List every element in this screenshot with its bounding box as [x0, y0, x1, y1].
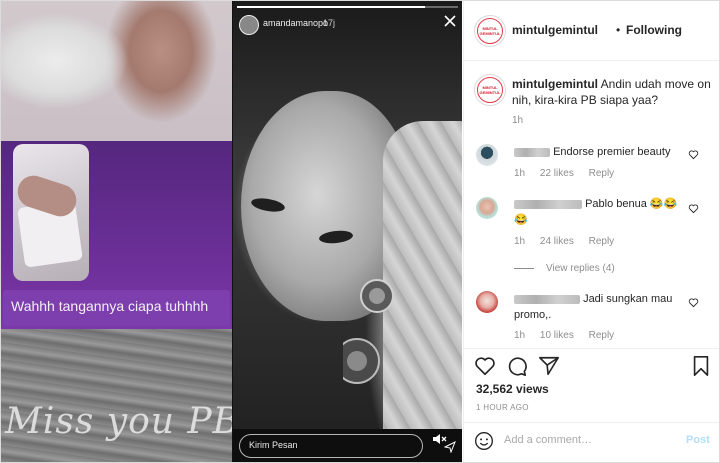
comment-3-reply[interactable]: Reply	[589, 330, 615, 341]
like-heart-icon[interactable]	[474, 355, 496, 377]
comment-1-likes[interactable]: 22 likes	[540, 168, 574, 179]
comment-3-likes[interactable]: 10 likes	[540, 330, 574, 341]
comment-2-time: 1h	[514, 236, 526, 247]
comment-avatar[interactable]	[476, 144, 498, 166]
overlay-caption-box: Wahhh tangannya ciapa tuhhhh	[3, 290, 230, 326]
watermark-text: Miss you PB	[5, 401, 232, 442]
post-header: MINTUL GEMINTUL mintulgemintul • Followi…	[464, 1, 719, 61]
header-separator: •	[616, 23, 621, 37]
redacted-username	[514, 199, 582, 209]
comment-1-reply[interactable]: Reply	[589, 168, 615, 179]
story-progress-bar	[237, 6, 458, 8]
bookmark-icon[interactable]	[690, 355, 712, 377]
following-button[interactable]: Following	[626, 23, 682, 37]
post-time: 1 HOUR AGO	[476, 403, 529, 412]
avatar-logo-text: MINTUL GEMINTUL	[479, 26, 501, 36]
bottle-image	[343, 279, 394, 384]
comment-2: Pablo benua 😂😂 😂	[514, 196, 684, 228]
post-button[interactable]: Post	[686, 434, 710, 446]
inset-photo	[13, 144, 89, 281]
comment-2-reply[interactable]: Reply	[589, 236, 615, 247]
share-icon[interactable]	[538, 355, 560, 377]
left-collage-panel: Wahhh tangannya ciapa tuhhhh Miss you PB	[1, 1, 232, 462]
caption-time: 1h	[512, 115, 524, 126]
comment-3-time: 1h	[514, 330, 526, 341]
story-screenshot-panel: amandamanopo 17j Kirim Pesan	[233, 1, 462, 462]
header-username[interactable]: mintulgemintul	[512, 23, 598, 37]
story-avatar[interactable]	[239, 15, 259, 35]
comment-1: Endorse premier beauty	[514, 144, 684, 160]
send-icon[interactable]	[444, 441, 456, 453]
close-icon[interactable]	[442, 13, 458, 29]
profile-avatar[interactable]: MINTUL GEMINTUL	[474, 15, 506, 47]
view-replies-link[interactable]: View replies (4)	[514, 263, 615, 274]
comment-2-meta: 1h 24 likes Reply	[514, 236, 614, 247]
comment-like-heart-icon[interactable]	[688, 203, 699, 214]
comment-like-heart-icon[interactable]	[688, 149, 699, 160]
comment-input[interactable]: Add a comment…	[504, 434, 592, 446]
comment-1-time: 1h	[514, 168, 526, 179]
comment-like-heart-icon[interactable]	[688, 297, 699, 308]
top-photo	[1, 1, 232, 141]
caption-avatar[interactable]: MINTUL GEMINTUL	[474, 74, 506, 106]
comment-avatar[interactable]	[476, 291, 498, 313]
comment-icon[interactable]	[506, 355, 528, 377]
action-bar	[464, 348, 719, 385]
redacted-username	[514, 294, 580, 304]
story-message-placeholder: Kirim Pesan	[249, 440, 298, 450]
story-message-input[interactable]: Kirim Pesan	[239, 434, 423, 458]
post-media[interactable]: Wahhh tangannya ciapa tuhhhh Miss you PB…	[1, 1, 462, 462]
instagram-post: Wahhh tangannya ciapa tuhhhh Miss you PB…	[0, 0, 720, 463]
story-username[interactable]: amandamanopo	[263, 18, 328, 28]
story-time: 17j	[323, 18, 336, 28]
emoji-icon[interactable]	[474, 431, 494, 451]
caption: mintulgemintul Andin udah move on nih, k…	[512, 76, 712, 108]
comment-1-meta: 1h 22 likes Reply	[514, 168, 614, 179]
view-count[interactable]: 32,562 views	[476, 382, 549, 396]
comment-3-meta: 1h 10 likes Reply	[514, 330, 614, 341]
post-sidebar: MINTUL GEMINTUL mintulgemintul • Followi…	[463, 1, 719, 462]
comment-1-text: Endorse premier beauty	[553, 146, 671, 158]
comment-avatar[interactable]	[476, 197, 498, 219]
overlay-caption-text: Wahhh tangannya ciapa tuhhhh	[11, 298, 209, 314]
comment-3: Jadi sungkan mau promo,.	[514, 291, 684, 323]
fabric-photo	[1, 329, 232, 462]
comment-2-likes[interactable]: 24 likes	[540, 236, 574, 247]
view-replies-line	[514, 267, 534, 269]
redacted-username	[514, 147, 550, 157]
caption-username[interactable]: mintulgemintul	[512, 77, 598, 91]
